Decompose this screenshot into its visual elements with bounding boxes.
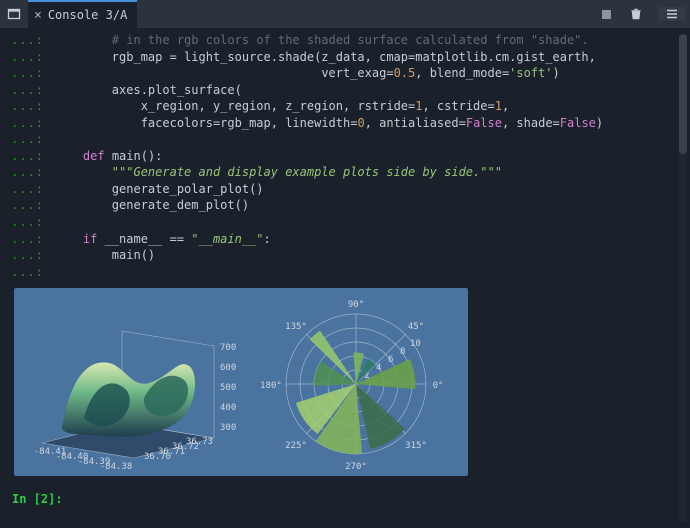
trash-icon[interactable] xyxy=(622,7,650,21)
svg-text:-84.38: -84.38 xyxy=(100,462,133,472)
svg-text:300: 300 xyxy=(220,423,236,433)
tab-label: Console 3/A xyxy=(48,8,127,22)
input-prompt[interactable]: In [2]: xyxy=(6,486,672,508)
stop-icon[interactable] xyxy=(592,8,620,21)
svg-text:225°: 225° xyxy=(285,441,307,451)
svg-text:6: 6 xyxy=(388,355,393,365)
svg-text:90°: 90° xyxy=(348,300,364,310)
title-bar: × Console 3/A xyxy=(0,0,690,28)
scrollbar-thumb[interactable] xyxy=(679,34,687,154)
svg-text:500: 500 xyxy=(220,383,236,393)
svg-text:4: 4 xyxy=(376,363,381,373)
svg-text:180°: 180° xyxy=(260,381,282,391)
svg-text:270°: 270° xyxy=(345,462,367,472)
output-area[interactable]: ...: # in the rgb colors of the shaded s… xyxy=(6,32,672,522)
svg-text:135°: 135° xyxy=(285,322,307,332)
svg-text:400: 400 xyxy=(220,403,236,413)
svg-text:10: 10 xyxy=(410,339,421,349)
close-icon[interactable]: × xyxy=(34,9,42,22)
code-text: rgb_map = light_source.shade(z_data, cma… xyxy=(112,50,596,64)
menu-icon[interactable] xyxy=(658,7,686,21)
tab-console[interactable]: × Console 3/A xyxy=(28,0,137,28)
code-comment: # in the rgb colors of the shaded surfac… xyxy=(112,33,589,47)
svg-text:8: 8 xyxy=(400,347,405,357)
prompt-label: In [2]: xyxy=(6,490,63,508)
surface-plot: 700 600 500 400 300 36.73 36.72 36.71 36… xyxy=(34,331,237,472)
svg-text:700: 700 xyxy=(220,343,236,353)
svg-text:36.70: 36.70 xyxy=(144,452,171,462)
code-docstring: """Generate and display example plots si… xyxy=(112,165,502,179)
svg-text:315°: 315° xyxy=(405,441,427,451)
svg-text:0°: 0° xyxy=(433,381,444,391)
svg-text:45°: 45° xyxy=(408,322,424,332)
console-body: ...: # in the rgb colors of the shaded s… xyxy=(0,28,690,528)
window-icon[interactable] xyxy=(0,7,28,21)
polar-plot: 0° 45° 90° 135° 180° 225° 270° 315° 2 4 … xyxy=(260,300,443,472)
code-text: axes.plot_surface( xyxy=(112,83,242,97)
svg-text:600: 600 xyxy=(220,363,236,373)
output-figure: 700 600 500 400 300 36.73 36.72 36.71 36… xyxy=(14,288,468,476)
